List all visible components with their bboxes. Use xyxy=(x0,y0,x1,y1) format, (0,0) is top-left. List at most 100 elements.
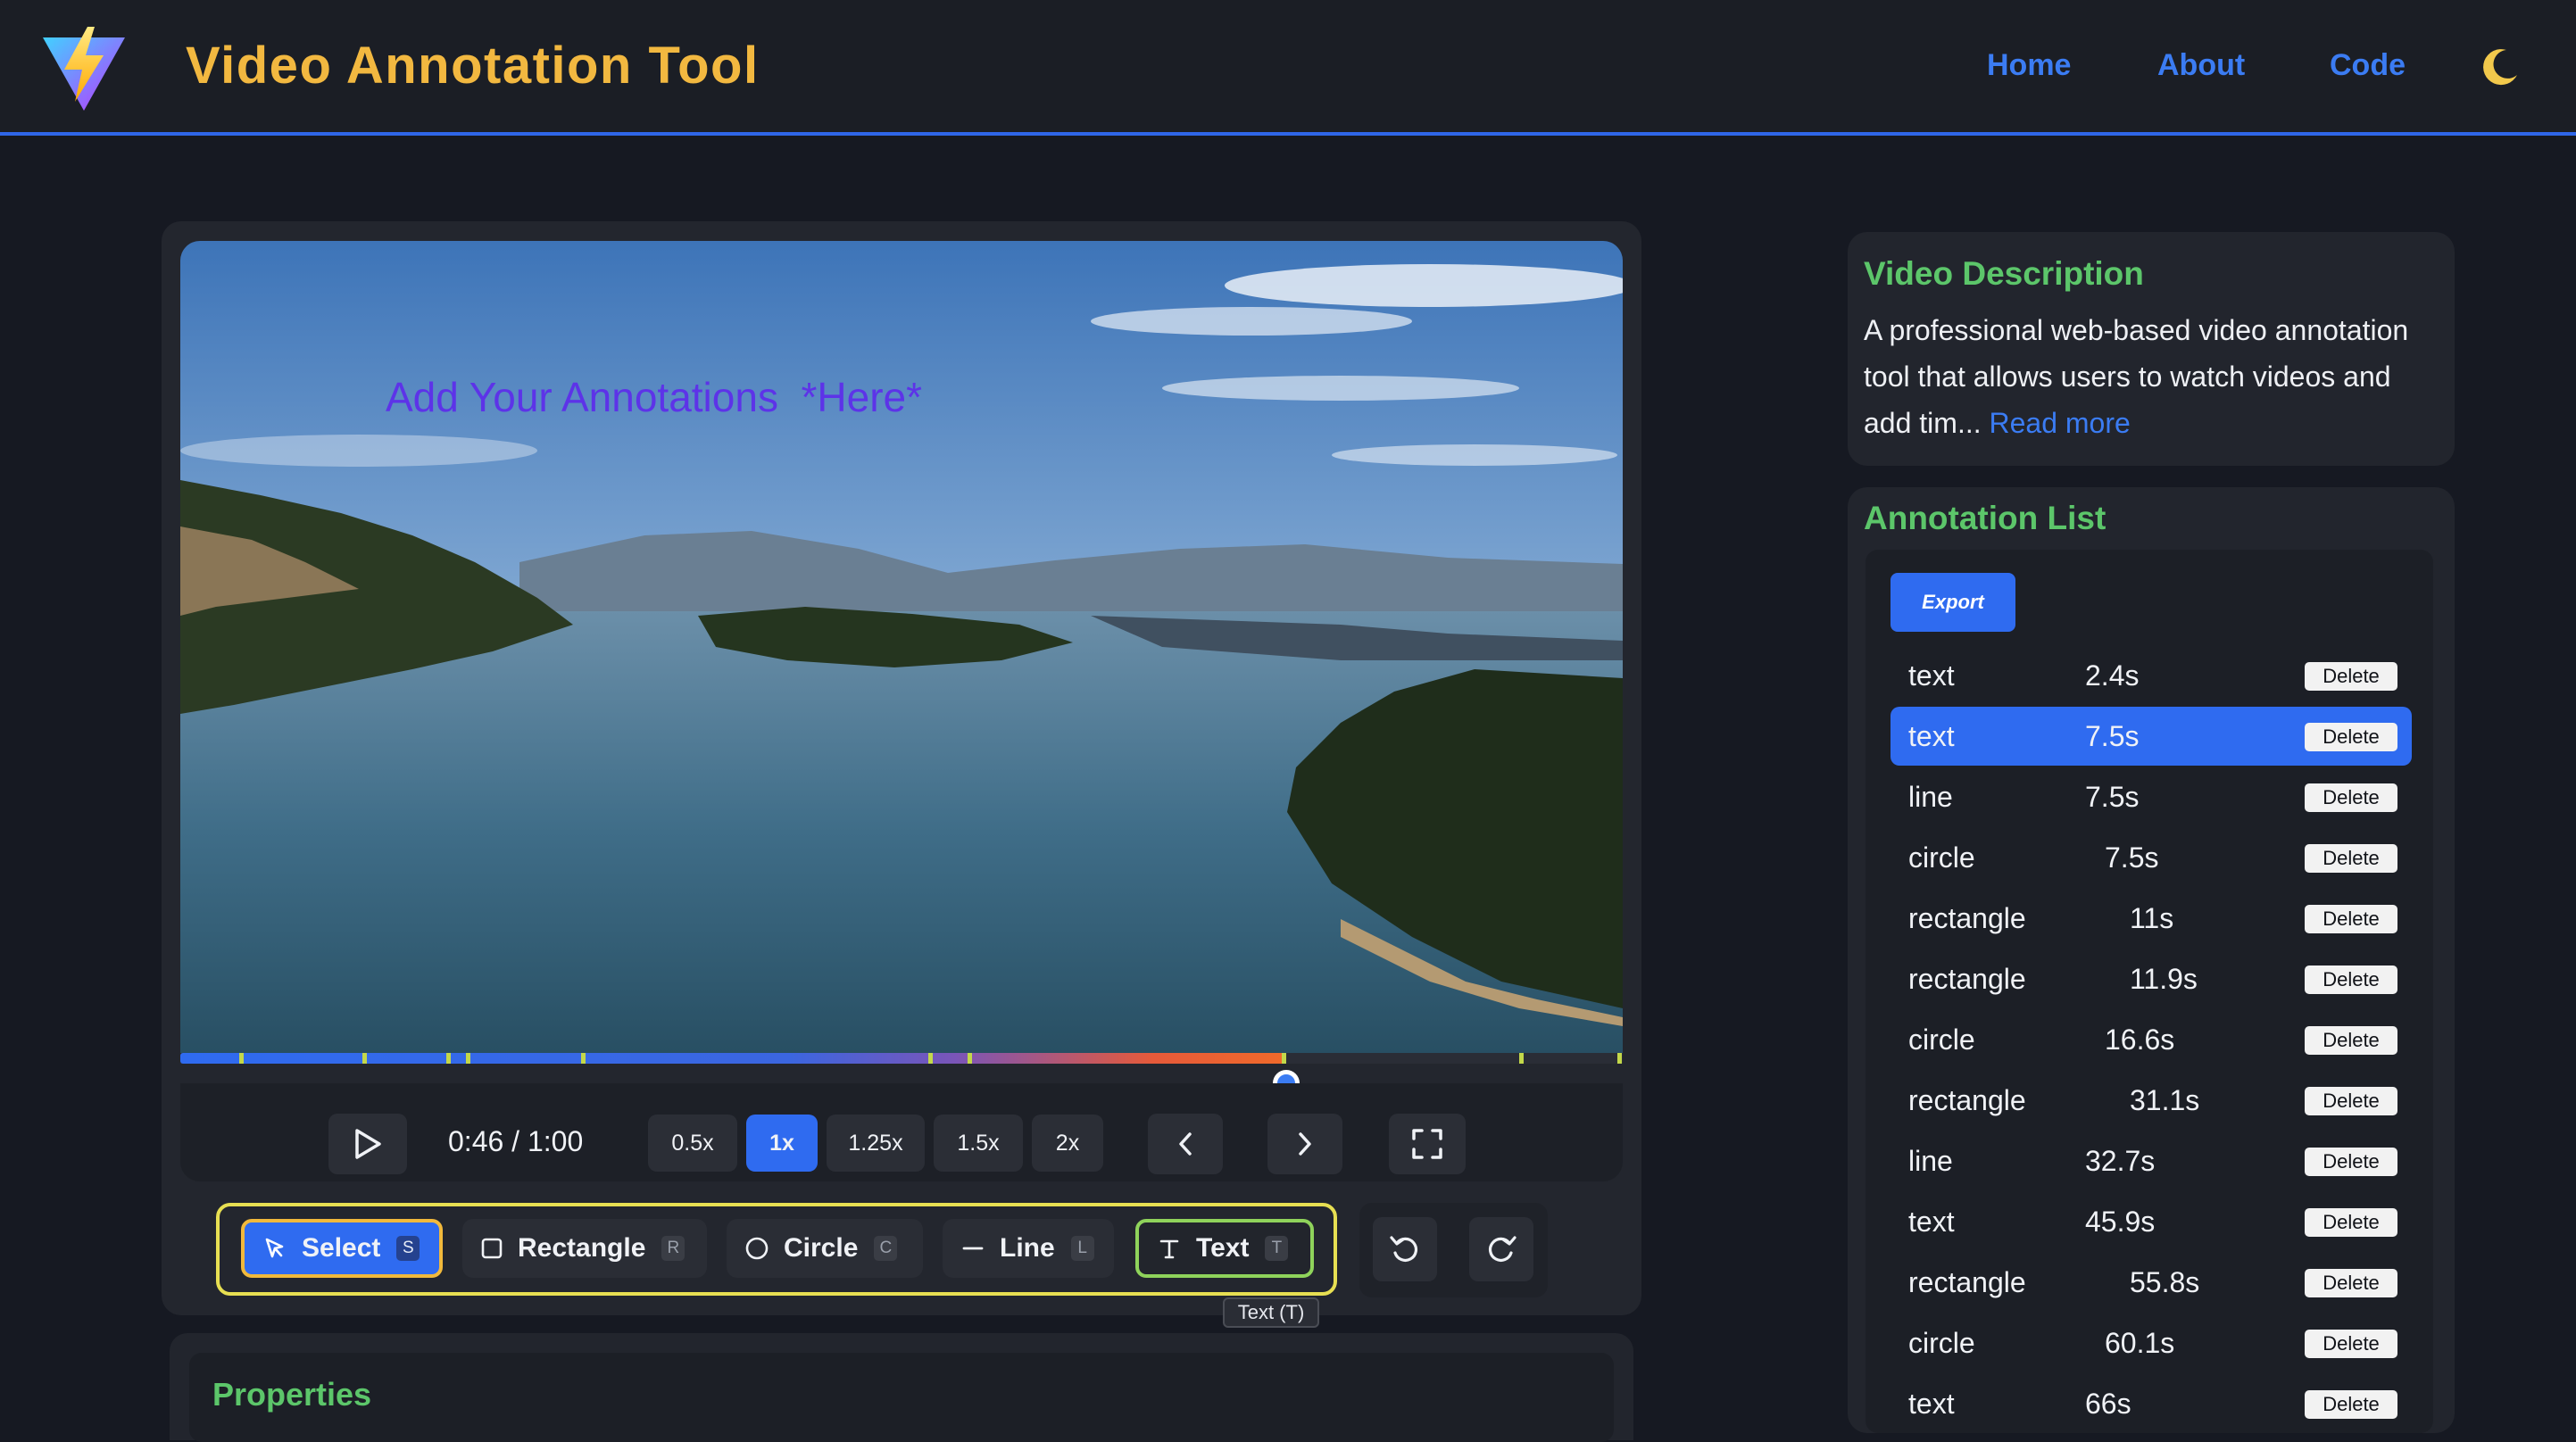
annotation-time: 7.5s xyxy=(2085,720,2140,752)
circle-icon xyxy=(745,1237,769,1260)
delete-annotation-button[interactable]: Delete xyxy=(2305,844,2397,873)
speed-0.5x-button[interactable]: 0.5x xyxy=(648,1115,737,1172)
timeline-marker xyxy=(928,1053,933,1064)
annotation-row[interactable]: text 2.4s Delete xyxy=(1890,646,2412,705)
annotation-type: text xyxy=(1908,720,1955,752)
annotation-type: circle xyxy=(1908,841,1975,874)
annotation-type: rectangle xyxy=(1908,963,2026,995)
timeline-marker xyxy=(1617,1053,1622,1064)
rectangle-tool-label: Rectangle xyxy=(518,1233,646,1263)
chevron-left-icon xyxy=(1179,1132,1192,1156)
export-button[interactable]: Export xyxy=(1890,573,2015,632)
play-icon xyxy=(355,1129,381,1159)
annotation-type: text xyxy=(1908,659,1955,692)
play-button[interactable] xyxy=(328,1114,407,1174)
moon-icon[interactable] xyxy=(2480,46,2521,87)
annotation-type: rectangle xyxy=(1908,1266,2026,1298)
vite-bolt-logo-icon[interactable] xyxy=(41,25,127,112)
delete-annotation-button[interactable]: Delete xyxy=(2305,723,2397,751)
video-frame-lake-scene xyxy=(180,241,1623,1053)
line-icon xyxy=(962,1247,984,1250)
speed-2x-button[interactable]: 2x xyxy=(1032,1115,1103,1172)
annotation-time: 2.4s xyxy=(2085,659,2140,692)
annotation-row[interactable]: circle 7.5s Delete xyxy=(1890,828,2412,887)
timeline-marker xyxy=(466,1053,470,1064)
nav-about-link[interactable]: About xyxy=(2157,48,2245,83)
speed-1.25x-button[interactable]: 1.25x xyxy=(827,1115,925,1172)
delete-annotation-button[interactable]: Delete xyxy=(2305,1026,2397,1055)
redo-button[interactable] xyxy=(1469,1217,1533,1281)
undo-button[interactable] xyxy=(1373,1217,1437,1281)
nav-home-link[interactable]: Home xyxy=(1987,48,2071,83)
select-tool-button[interactable]: Select S xyxy=(241,1219,443,1278)
annotation-row[interactable]: rectangle 31.1s Delete xyxy=(1890,1071,2412,1130)
delete-annotation-button[interactable]: Delete xyxy=(2305,905,2397,933)
annotation-type: text xyxy=(1908,1206,1955,1238)
annotation-time: 31.1s xyxy=(2130,1084,2200,1116)
annotation-row[interactable]: line 7.5s Delete xyxy=(1890,767,2412,826)
delete-annotation-button[interactable]: Delete xyxy=(2305,1390,2397,1419)
circle-tool-button[interactable]: Circle C xyxy=(727,1219,923,1278)
annotation-type: line xyxy=(1908,1145,1953,1177)
annotation-time: 55.8s xyxy=(2130,1266,2200,1298)
nav-code-link[interactable]: Code xyxy=(2330,48,2406,83)
annotation-row[interactable]: line 32.7s Delete xyxy=(1890,1131,2412,1190)
read-more-link[interactable]: Read more xyxy=(1990,407,2131,439)
timeline-marker xyxy=(239,1053,244,1064)
annotation-row[interactable]: text 45.9s Delete xyxy=(1890,1192,2412,1251)
fullscreen-icon xyxy=(1412,1129,1442,1159)
delete-annotation-button[interactable]: Delete xyxy=(2305,1208,2397,1237)
annotation-time: 66s xyxy=(2085,1388,2131,1420)
annotation-row[interactable]: rectangle 11.9s Delete xyxy=(1890,949,2412,1008)
speed-1x-button[interactable]: 1x xyxy=(746,1115,818,1172)
annotation-row[interactable]: text 66s Delete xyxy=(1890,1374,2412,1433)
timeline-marker xyxy=(968,1053,972,1064)
annotation-type: circle xyxy=(1908,1023,1975,1056)
text-tool-label: Text xyxy=(1196,1233,1250,1263)
line-tool-button[interactable]: Line L xyxy=(943,1219,1114,1278)
annotation-row[interactable]: circle 16.6s Delete xyxy=(1890,1010,2412,1069)
delete-annotation-button[interactable]: Delete xyxy=(2305,965,2397,994)
annotation-row[interactable]: rectangle 11s Delete xyxy=(1890,889,2412,948)
text-shortcut-key: T xyxy=(1265,1236,1289,1261)
timeline-marker xyxy=(581,1053,586,1064)
annotation-timeline[interactable] xyxy=(180,1053,1623,1064)
previous-frame-button[interactable] xyxy=(1148,1114,1223,1174)
delete-annotation-button[interactable]: Delete xyxy=(2305,1148,2397,1176)
delete-annotation-button[interactable]: Delete xyxy=(2305,1269,2397,1297)
annotation-type: line xyxy=(1908,781,1953,813)
timeline-marker xyxy=(446,1053,451,1064)
video-player[interactable] xyxy=(180,241,1623,1053)
annotation-text-overlay[interactable]: Add Your Annotations *Here* xyxy=(386,373,922,421)
delete-annotation-button[interactable]: Delete xyxy=(2305,783,2397,812)
text-tool-button[interactable]: Text T xyxy=(1135,1219,1314,1278)
timeline-marker xyxy=(1282,1053,1286,1064)
annotation-row[interactable]: circle 60.1s Delete xyxy=(1890,1314,2412,1372)
description-text: A professional web-based video annotatio… xyxy=(1864,307,2426,446)
annotation-time: 16.6s xyxy=(2105,1023,2175,1056)
delete-annotation-button[interactable]: Delete xyxy=(2305,1087,2397,1115)
annotation-time: 11s xyxy=(2130,902,2174,934)
annotation-row[interactable]: text 7.5s Delete xyxy=(1890,707,2412,766)
rectangle-shortcut-key: R xyxy=(661,1236,686,1261)
rectangle-tool-button[interactable]: Rectangle R xyxy=(462,1219,707,1278)
select-shortcut-key: S xyxy=(396,1236,420,1261)
fullscreen-button[interactable] xyxy=(1389,1114,1466,1174)
delete-annotation-button[interactable]: Delete xyxy=(2305,662,2397,691)
circle-shortcut-key: C xyxy=(874,1236,898,1261)
speed-1.5x-button[interactable]: 1.5x xyxy=(934,1115,1023,1172)
delete-annotation-button[interactable]: Delete xyxy=(2305,1330,2397,1358)
cursor-icon xyxy=(265,1238,284,1258)
annotation-time: 60.1s xyxy=(2105,1327,2175,1359)
next-frame-button[interactable] xyxy=(1267,1114,1342,1174)
time-display: 0:46 / 1:00 xyxy=(448,1125,584,1157)
annotation-row[interactable]: rectangle 55.8s Delete xyxy=(1890,1253,2412,1312)
annotation-time: 45.9s xyxy=(2085,1206,2156,1238)
app-title: Video Annotation Tool xyxy=(186,37,760,95)
app-header: Video Annotation Tool Home About Code xyxy=(0,0,2576,136)
line-shortcut-key: L xyxy=(1070,1236,1094,1261)
chevron-right-icon xyxy=(1299,1132,1311,1156)
square-icon xyxy=(481,1238,503,1259)
annotation-type: circle xyxy=(1908,1327,1975,1359)
description-body: A professional web-based video annotatio… xyxy=(1864,314,2409,439)
